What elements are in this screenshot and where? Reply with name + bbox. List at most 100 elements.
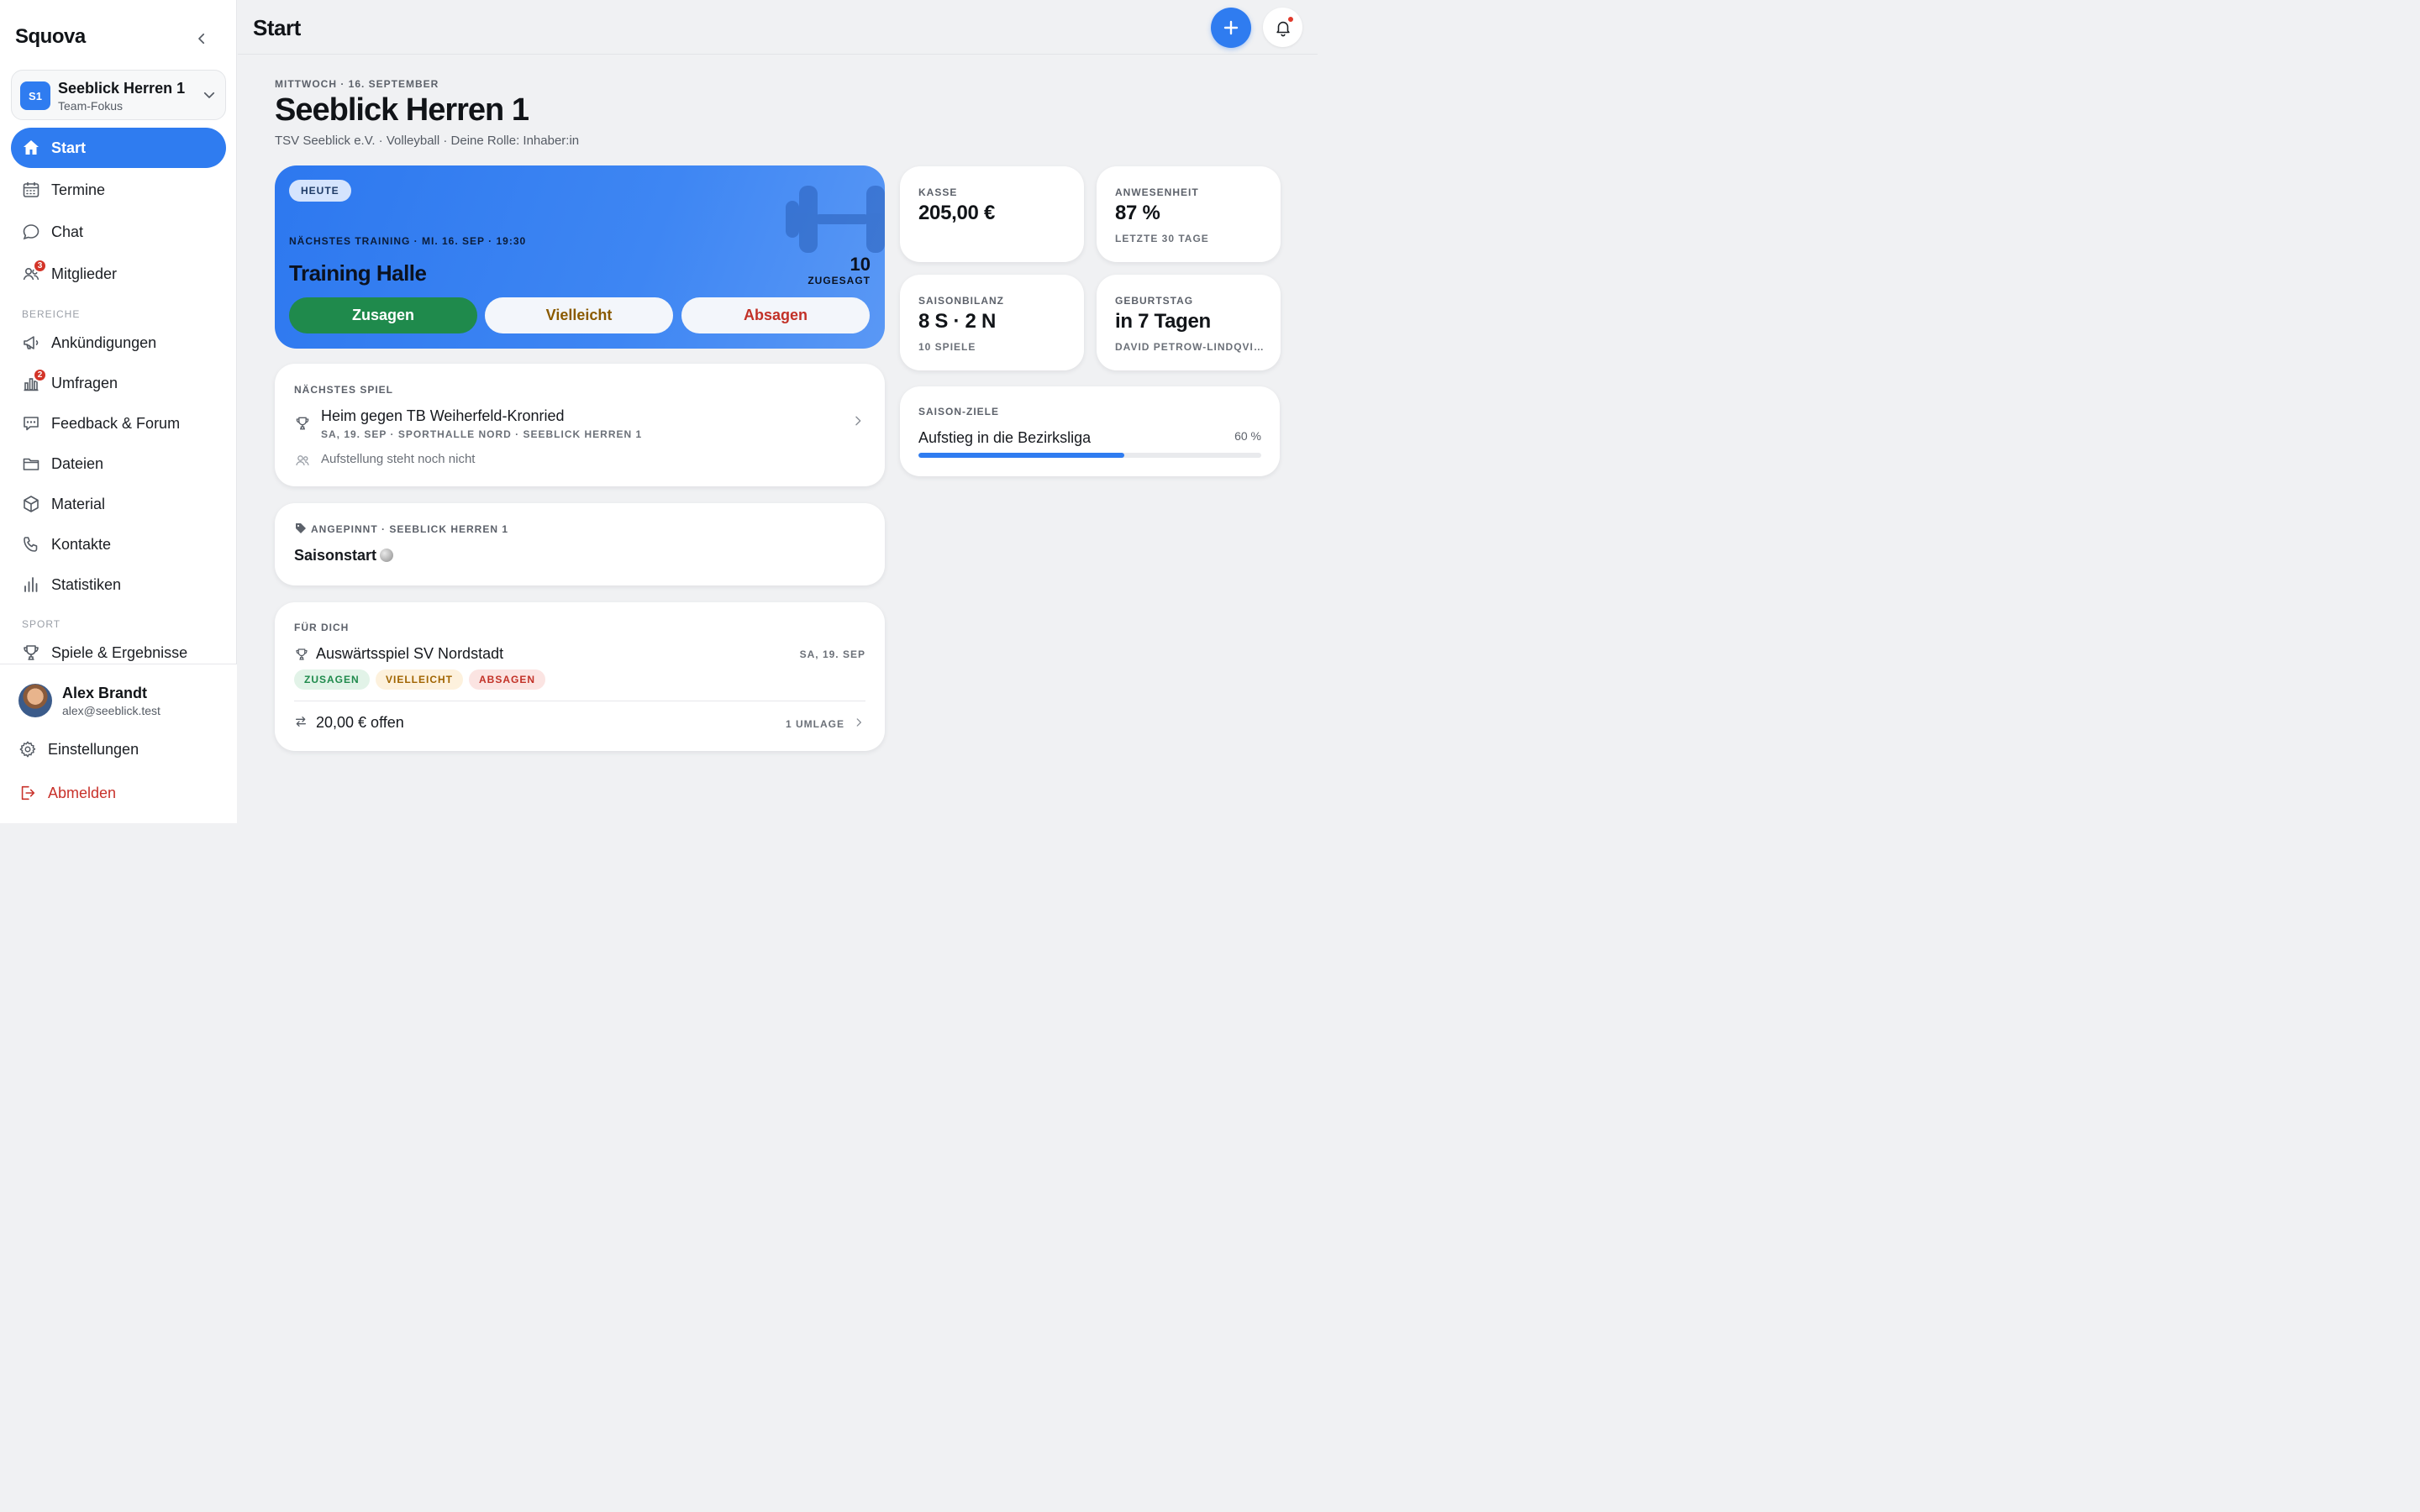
team-badge: S1 — [20, 81, 50, 110]
plus-icon — [1223, 20, 1239, 35]
sidebar-item-feedback-forum[interactable]: Feedback & Forum — [11, 403, 226, 444]
sidebar-item-chat[interactable]: Chat — [11, 212, 226, 252]
event-date: SA, 19. SEP — [799, 648, 865, 660]
stat-label: KASSE — [918, 186, 958, 198]
volleyball-icon — [380, 549, 394, 562]
stat-card-anwesenheit[interactable]: ANWESENHEIT 87 % LETZTE 30 TAGE — [1097, 166, 1281, 262]
accepted-count: 10 — [850, 254, 871, 275]
umfragen-badge: 2 — [33, 368, 47, 382]
sidebar-item-kontakte[interactable]: Kontakte — [11, 524, 226, 564]
sidebar-item-mitglieder[interactable]: 3 Mitglieder — [11, 254, 226, 294]
sidebar-item-label: Umfragen — [51, 374, 118, 391]
sidebar-item-label: Kontakte — [51, 535, 112, 553]
sidebar-item-label: Chat — [51, 223, 84, 240]
settings-link[interactable]: Einstellungen — [18, 738, 139, 761]
next-game-title: Heim gegen TB Weiherfeld-Kronried — [321, 407, 565, 424]
pinned-overline: ANGEPINNT · SEEBLICK HERREN 1 — [311, 523, 509, 535]
sidebar-item-umfragen[interactable]: 2 Umfragen — [11, 363, 226, 403]
stat-label: SAISONBILANZ — [918, 295, 1004, 307]
stat-value: 205,00 € — [918, 202, 996, 224]
phone-icon — [24, 537, 38, 552]
stat-sub: LETZTE 30 TAGE — [1115, 233, 1209, 244]
collapse-sidebar-button[interactable] — [192, 29, 212, 49]
add-button[interactable] — [1211, 8, 1251, 48]
stat-value: 8 S · 2 N — [918, 310, 996, 333]
user-email: alex@seeblick.test — [62, 704, 160, 717]
page-title: Start — [253, 15, 301, 40]
box-icon — [24, 496, 39, 512]
goal-name: Aufstieg in die Bezirksliga — [918, 429, 1092, 446]
sidebar-item-material[interactable]: Material — [11, 484, 226, 524]
next-game-details: SA, 19. SEP · SPORTHALLE NORD · SEEBLICK… — [321, 428, 643, 440]
section-label-sport: SPORT — [22, 618, 61, 630]
sidebar-item-statistiken[interactable]: Statistiken — [11, 564, 226, 605]
trophy-icon — [296, 648, 308, 660]
season-goals-card[interactable]: SAISON-ZIELE Aufstieg in die Bezirksliga… — [900, 386, 1280, 476]
for-you-card: FÜR DICH Auswärtsspiel SV Nordstadt SA, … — [275, 602, 885, 751]
sidebar-item-start[interactable]: Start — [11, 128, 226, 168]
user-name: Alex Brandt — [62, 685, 148, 701]
home-icon — [24, 140, 39, 155]
stat-card-saisonbilanz[interactable]: SAISONBILANZ 8 S · 2 N 10 SPIELE — [900, 275, 1084, 370]
goal-progress-track — [918, 453, 1261, 458]
lineup-status: Aufstellung steht noch nicht — [321, 452, 476, 466]
pinned-title: Saisonstart — [294, 547, 394, 564]
next-game-card[interactable]: NÄCHSTES SPIEL Heim gegen TB Weiherfeld-… — [275, 364, 885, 486]
dumbbell-icon — [786, 186, 885, 253]
umlage-link[interactable]: 1 UMLAGE — [786, 718, 844, 730]
decline-chip[interactable]: ABSAGEN — [469, 669, 546, 690]
today-badge: HEUTE — [289, 180, 351, 202]
event-title[interactable]: Auswärtsspiel SV Nordstadt — [316, 645, 503, 663]
current-date: MITTWOCH · 16. SEPTEMBER — [275, 78, 439, 90]
accept-button[interactable]: Zusagen — [289, 297, 477, 333]
settings-label: Einstellungen — [48, 740, 139, 758]
goals-overline: SAISON-ZIELE — [918, 406, 1000, 417]
team-switcher-name: Seeblick Herren 1 — [58, 80, 186, 97]
logout-link[interactable]: Abmelden — [18, 781, 116, 805]
members-icon — [296, 455, 309, 465]
sidebar-item-ankuendigungen[interactable]: Ankündigungen — [11, 323, 226, 363]
accept-chip[interactable]: ZUSAGEN — [294, 669, 370, 690]
open-amount: 20,00 € offen — [316, 714, 404, 731]
megaphone-icon — [24, 336, 39, 349]
accepted-label: ZUGESAGT — [808, 275, 871, 286]
mitglieder-badge: 3 — [33, 259, 47, 273]
folder-icon — [23, 458, 39, 470]
bar-chart-icon — [24, 577, 38, 592]
logout-icon — [21, 785, 35, 801]
trophy-icon — [296, 417, 309, 430]
for-you-overline: FÜR DICH — [294, 622, 350, 633]
forum-icon — [24, 417, 39, 431]
sidebar-item-label: Dateien — [51, 454, 104, 472]
goal-progress-fill — [918, 453, 1124, 458]
sidebar-item-dateien[interactable]: Dateien — [11, 444, 226, 484]
chevron-right-icon[interactable] — [853, 717, 865, 728]
maybe-button[interactable]: Vielleicht — [485, 297, 673, 333]
team-heading: Seeblick Herren 1 — [275, 92, 529, 128]
pinned-title-text: Saisonstart — [294, 547, 377, 564]
sidebar-item-label: Spiele & Ergebnisse — [51, 643, 188, 661]
stat-label: ANWESENHEIT — [1115, 186, 1199, 198]
sidebar-item-label: Feedback & Forum — [51, 414, 181, 432]
tag-icon — [296, 523, 306, 533]
stat-label: GEBURTSTAG — [1115, 295, 1194, 307]
swap-arrows-icon — [296, 717, 306, 727]
top-bar: Start — [238, 0, 1318, 55]
avatar[interactable] — [18, 684, 52, 717]
team-switcher[interactable]: S1 Seeblick Herren 1 Team-Fokus — [11, 70, 226, 120]
pinned-announcement-card[interactable]: ANGEPINNT · SEEBLICK HERREN 1 Saisonstar… — [275, 503, 885, 585]
gear-icon — [19, 741, 36, 758]
decline-button[interactable]: Absagen — [681, 297, 870, 333]
sidebar-item-label: Mitglieder — [51, 265, 118, 282]
sidebar-item-termine[interactable]: Termine — [11, 170, 226, 210]
stat-card-kasse[interactable]: KASSE 205,00 € — [900, 166, 1084, 262]
sidebar-item-label: Start — [51, 139, 87, 156]
sidebar-item-label: Ankündigungen — [51, 333, 157, 351]
training-overline: NÄCHSTES TRAINING · MI. 16. SEP · 19:30 — [289, 235, 527, 247]
stat-card-geburtstag[interactable]: GEBURTSTAG in 7 Tagen DAVID PETROW-LINDQ… — [1097, 275, 1281, 370]
notifications-button[interactable] — [1263, 8, 1302, 47]
sidebar: Squova S1 Seeblick Herren 1 Team-Fokus S… — [0, 0, 237, 823]
sidebar-footer: Alex Brandt alex@seeblick.test Einstellu… — [0, 664, 237, 823]
maybe-chip[interactable]: VIELLEICHT — [376, 669, 464, 690]
chevron-right-icon — [855, 416, 861, 426]
